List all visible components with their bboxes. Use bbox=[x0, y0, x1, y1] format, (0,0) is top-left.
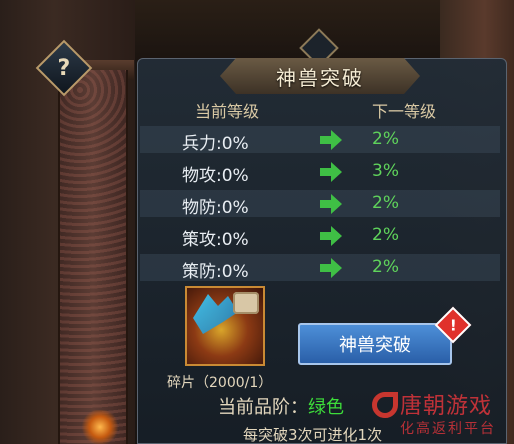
current-level-header: 当前等级 bbox=[195, 102, 260, 121]
stat-next: 2% bbox=[372, 225, 399, 245]
arrow-right-icon bbox=[320, 226, 342, 246]
carved-pillar bbox=[58, 70, 128, 444]
stat-current: 策防:0% bbox=[182, 262, 249, 282]
stat-row: 物防:0% 2% bbox=[140, 190, 500, 218]
alert-icon-mark: ! bbox=[449, 316, 457, 334]
watermark-subtext: 化高返利平台 bbox=[400, 421, 496, 437]
stat-row: 兵力:0% 2% bbox=[140, 126, 500, 154]
question-icon: ? bbox=[57, 55, 71, 81]
panel-title-plate: 神兽突破 bbox=[220, 58, 420, 94]
game-scene: ? 神兽突破 当前等级 下一等级 兵力:0% 2% 物攻:0% 3% 物防:0%… bbox=[0, 0, 514, 444]
beast-fragment-icon[interactable] bbox=[185, 286, 265, 366]
arrow-right-icon bbox=[320, 162, 342, 182]
quality-value: 绿色 bbox=[308, 397, 344, 418]
watermark-text: 唐朝游戏 bbox=[400, 394, 493, 419]
current-quality: 当前品阶：绿色 bbox=[218, 393, 344, 419]
stat-current: 物防:0% bbox=[182, 198, 249, 218]
arrow-right-icon bbox=[320, 130, 342, 150]
watermark-logo: 唐朝游戏 化高返利平台 bbox=[372, 386, 512, 444]
stat-next: 2% bbox=[372, 257, 399, 277]
watermark-mark-icon bbox=[372, 392, 398, 418]
arrow-right-icon bbox=[320, 258, 342, 278]
panel-title: 神兽突破 bbox=[276, 65, 364, 90]
evolve-note: 每突破3次可进化1次 bbox=[243, 426, 383, 444]
stat-row: 策防:0% 2% bbox=[140, 254, 500, 282]
stat-next: 2% bbox=[372, 193, 399, 213]
stat-row: 物攻:0% 3% bbox=[140, 158, 500, 186]
lantern-glow bbox=[80, 410, 120, 444]
next-level-header: 下一等级 bbox=[372, 102, 437, 121]
breakthrough-button[interactable]: 神兽突破 bbox=[298, 323, 452, 365]
arrow-right-icon bbox=[320, 194, 342, 214]
stat-current: 兵力:0% bbox=[182, 134, 249, 154]
stat-next: 2% bbox=[372, 129, 399, 149]
stat-current: 策攻:0% bbox=[182, 230, 249, 250]
puzzle-piece-icon bbox=[233, 292, 259, 314]
fragment-count: 碎片（2000/1） bbox=[167, 375, 273, 391]
quality-label: 当前品阶： bbox=[218, 397, 308, 418]
stat-current: 物攻:0% bbox=[182, 166, 249, 186]
stat-next: 3% bbox=[372, 161, 399, 181]
stat-row: 策攻:0% 2% bbox=[140, 222, 500, 250]
